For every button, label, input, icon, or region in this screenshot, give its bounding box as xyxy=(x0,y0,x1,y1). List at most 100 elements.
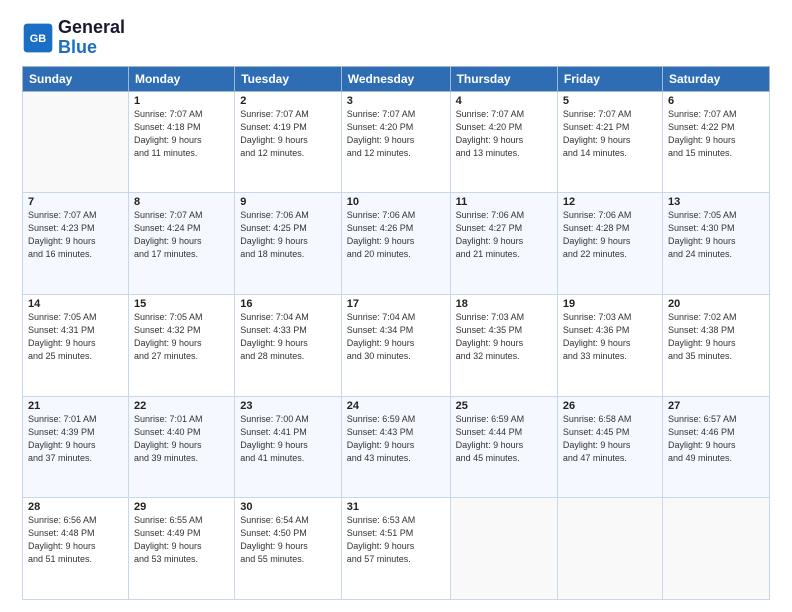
day-number: 19 xyxy=(563,298,657,310)
day-info: Sunrise: 7:06 AM Sunset: 4:26 PM Dayligh… xyxy=(347,209,445,261)
weekday-header-tuesday: Tuesday xyxy=(235,66,342,91)
calendar-cell: 26Sunrise: 6:58 AM Sunset: 4:45 PM Dayli… xyxy=(557,396,662,498)
calendar-cell: 20Sunrise: 7:02 AM Sunset: 4:38 PM Dayli… xyxy=(662,294,769,396)
day-info: Sunrise: 7:06 AM Sunset: 4:27 PM Dayligh… xyxy=(456,209,552,261)
day-info: Sunrise: 7:07 AM Sunset: 4:19 PM Dayligh… xyxy=(240,108,336,160)
calendar-cell: 6Sunrise: 7:07 AM Sunset: 4:22 PM Daylig… xyxy=(662,91,769,193)
day-number: 4 xyxy=(456,95,552,107)
calendar-cell: 3Sunrise: 7:07 AM Sunset: 4:20 PM Daylig… xyxy=(341,91,450,193)
day-info: Sunrise: 7:07 AM Sunset: 4:20 PM Dayligh… xyxy=(347,108,445,160)
day-number: 30 xyxy=(240,501,336,513)
day-info: Sunrise: 6:57 AM Sunset: 4:46 PM Dayligh… xyxy=(668,413,764,465)
day-info: Sunrise: 6:53 AM Sunset: 4:51 PM Dayligh… xyxy=(347,514,445,566)
calendar-cell: 23Sunrise: 7:00 AM Sunset: 4:41 PM Dayli… xyxy=(235,396,342,498)
page: GB General Blue SundayMondayTuesdayWedne… xyxy=(0,0,792,612)
calendar-cell: 13Sunrise: 7:05 AM Sunset: 4:30 PM Dayli… xyxy=(662,193,769,295)
day-number: 24 xyxy=(347,400,445,412)
day-number: 2 xyxy=(240,95,336,107)
day-number: 7 xyxy=(28,196,123,208)
day-number: 5 xyxy=(563,95,657,107)
logo: GB General Blue xyxy=(22,18,125,58)
day-number: 21 xyxy=(28,400,123,412)
day-info: Sunrise: 6:56 AM Sunset: 4:48 PM Dayligh… xyxy=(28,514,123,566)
calendar-cell: 9Sunrise: 7:06 AM Sunset: 4:25 PM Daylig… xyxy=(235,193,342,295)
day-info: Sunrise: 7:06 AM Sunset: 4:25 PM Dayligh… xyxy=(240,209,336,261)
calendar-cell: 1Sunrise: 7:07 AM Sunset: 4:18 PM Daylig… xyxy=(128,91,234,193)
day-number: 13 xyxy=(668,196,764,208)
day-info: Sunrise: 7:01 AM Sunset: 4:40 PM Dayligh… xyxy=(134,413,229,465)
day-number: 22 xyxy=(134,400,229,412)
day-info: Sunrise: 7:03 AM Sunset: 4:36 PM Dayligh… xyxy=(563,311,657,363)
day-number: 23 xyxy=(240,400,336,412)
weekday-header-thursday: Thursday xyxy=(450,66,557,91)
day-info: Sunrise: 7:03 AM Sunset: 4:35 PM Dayligh… xyxy=(456,311,552,363)
day-number: 9 xyxy=(240,196,336,208)
day-number: 31 xyxy=(347,501,445,513)
day-number: 26 xyxy=(563,400,657,412)
day-number: 1 xyxy=(134,95,229,107)
weekday-header-saturday: Saturday xyxy=(662,66,769,91)
day-info: Sunrise: 7:04 AM Sunset: 4:34 PM Dayligh… xyxy=(347,311,445,363)
calendar-cell: 25Sunrise: 6:59 AM Sunset: 4:44 PM Dayli… xyxy=(450,396,557,498)
calendar-cell: 7Sunrise: 7:07 AM Sunset: 4:23 PM Daylig… xyxy=(23,193,129,295)
calendar-week-4: 21Sunrise: 7:01 AM Sunset: 4:39 PM Dayli… xyxy=(23,396,770,498)
day-info: Sunrise: 7:07 AM Sunset: 4:18 PM Dayligh… xyxy=(134,108,229,160)
calendar-cell: 21Sunrise: 7:01 AM Sunset: 4:39 PM Dayli… xyxy=(23,396,129,498)
day-info: Sunrise: 7:05 AM Sunset: 4:32 PM Dayligh… xyxy=(134,311,229,363)
logo-line2: Blue xyxy=(58,38,125,58)
calendar-cell: 5Sunrise: 7:07 AM Sunset: 4:21 PM Daylig… xyxy=(557,91,662,193)
day-info: Sunrise: 7:05 AM Sunset: 4:31 PM Dayligh… xyxy=(28,311,123,363)
day-info: Sunrise: 7:07 AM Sunset: 4:22 PM Dayligh… xyxy=(668,108,764,160)
calendar-cell: 28Sunrise: 6:56 AM Sunset: 4:48 PM Dayli… xyxy=(23,498,129,600)
day-number: 17 xyxy=(347,298,445,310)
day-info: Sunrise: 7:02 AM Sunset: 4:38 PM Dayligh… xyxy=(668,311,764,363)
day-number: 6 xyxy=(668,95,764,107)
day-number: 16 xyxy=(240,298,336,310)
calendar-week-5: 28Sunrise: 6:56 AM Sunset: 4:48 PM Dayli… xyxy=(23,498,770,600)
day-info: Sunrise: 6:55 AM Sunset: 4:49 PM Dayligh… xyxy=(134,514,229,566)
day-number: 20 xyxy=(668,298,764,310)
calendar-cell: 16Sunrise: 7:04 AM Sunset: 4:33 PM Dayli… xyxy=(235,294,342,396)
logo-line1: General xyxy=(58,18,125,38)
day-info: Sunrise: 6:59 AM Sunset: 4:44 PM Dayligh… xyxy=(456,413,552,465)
day-info: Sunrise: 6:58 AM Sunset: 4:45 PM Dayligh… xyxy=(563,413,657,465)
calendar-cell: 8Sunrise: 7:07 AM Sunset: 4:24 PM Daylig… xyxy=(128,193,234,295)
calendar-week-2: 7Sunrise: 7:07 AM Sunset: 4:23 PM Daylig… xyxy=(23,193,770,295)
calendar-table: SundayMondayTuesdayWednesdayThursdayFrid… xyxy=(22,66,770,600)
calendar-cell xyxy=(557,498,662,600)
calendar-cell xyxy=(23,91,129,193)
weekday-header-row: SundayMondayTuesdayWednesdayThursdayFrid… xyxy=(23,66,770,91)
day-info: Sunrise: 7:07 AM Sunset: 4:24 PM Dayligh… xyxy=(134,209,229,261)
day-number: 14 xyxy=(28,298,123,310)
day-number: 12 xyxy=(563,196,657,208)
calendar-cell: 22Sunrise: 7:01 AM Sunset: 4:40 PM Dayli… xyxy=(128,396,234,498)
calendar-cell: 2Sunrise: 7:07 AM Sunset: 4:19 PM Daylig… xyxy=(235,91,342,193)
logo-icon: GB xyxy=(22,22,54,54)
calendar-cell: 11Sunrise: 7:06 AM Sunset: 4:27 PM Dayli… xyxy=(450,193,557,295)
calendar-week-3: 14Sunrise: 7:05 AM Sunset: 4:31 PM Dayli… xyxy=(23,294,770,396)
day-info: Sunrise: 7:07 AM Sunset: 4:21 PM Dayligh… xyxy=(563,108,657,160)
day-info: Sunrise: 7:07 AM Sunset: 4:20 PM Dayligh… xyxy=(456,108,552,160)
calendar-cell: 14Sunrise: 7:05 AM Sunset: 4:31 PM Dayli… xyxy=(23,294,129,396)
day-info: Sunrise: 6:59 AM Sunset: 4:43 PM Dayligh… xyxy=(347,413,445,465)
day-number: 29 xyxy=(134,501,229,513)
calendar-cell: 17Sunrise: 7:04 AM Sunset: 4:34 PM Dayli… xyxy=(341,294,450,396)
calendar-week-1: 1Sunrise: 7:07 AM Sunset: 4:18 PM Daylig… xyxy=(23,91,770,193)
calendar-cell: 30Sunrise: 6:54 AM Sunset: 4:50 PM Dayli… xyxy=(235,498,342,600)
weekday-header-wednesday: Wednesday xyxy=(341,66,450,91)
day-number: 18 xyxy=(456,298,552,310)
calendar-cell: 15Sunrise: 7:05 AM Sunset: 4:32 PM Dayli… xyxy=(128,294,234,396)
day-number: 8 xyxy=(134,196,229,208)
calendar-cell: 27Sunrise: 6:57 AM Sunset: 4:46 PM Dayli… xyxy=(662,396,769,498)
day-info: Sunrise: 7:06 AM Sunset: 4:28 PM Dayligh… xyxy=(563,209,657,261)
day-number: 27 xyxy=(668,400,764,412)
day-number: 10 xyxy=(347,196,445,208)
calendar-cell: 29Sunrise: 6:55 AM Sunset: 4:49 PM Dayli… xyxy=(128,498,234,600)
calendar-cell: 12Sunrise: 7:06 AM Sunset: 4:28 PM Dayli… xyxy=(557,193,662,295)
calendar-cell xyxy=(662,498,769,600)
calendar-cell: 18Sunrise: 7:03 AM Sunset: 4:35 PM Dayli… xyxy=(450,294,557,396)
day-info: Sunrise: 7:00 AM Sunset: 4:41 PM Dayligh… xyxy=(240,413,336,465)
day-info: Sunrise: 7:04 AM Sunset: 4:33 PM Dayligh… xyxy=(240,311,336,363)
weekday-header-monday: Monday xyxy=(128,66,234,91)
svg-text:GB: GB xyxy=(30,33,47,45)
